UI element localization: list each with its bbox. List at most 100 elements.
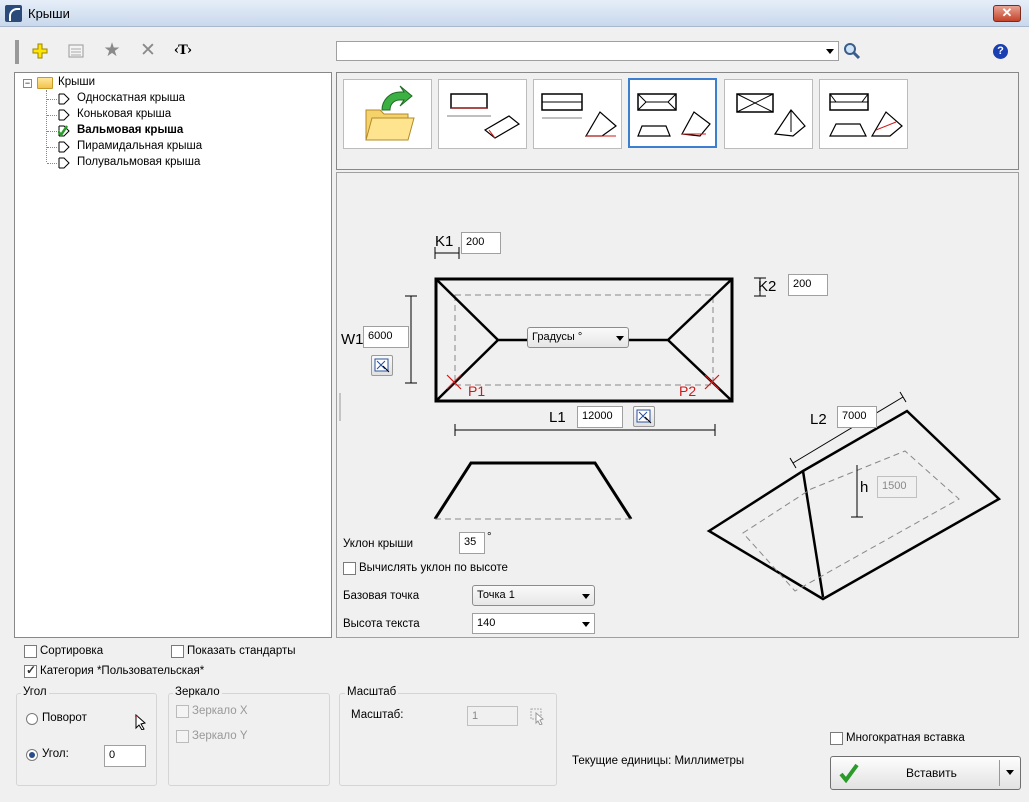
angle-radio[interactable] (26, 749, 38, 761)
pick-distance-icon (374, 358, 390, 373)
tree-item-pyramid[interactable]: Пирамидальная крыша (77, 140, 202, 152)
favorite-star-icon[interactable]: ★ (100, 40, 124, 62)
mirror-y-label: Зеркало Y (192, 730, 248, 742)
roof-drawing-panel: K1 200 K2 200 W1 6000 Градусы ° P1 P2 L1… (336, 172, 1019, 638)
roof-item-icon (58, 141, 70, 153)
multi-insert-label: Многократная вставка (846, 732, 965, 744)
insert-dropdown-icon[interactable] (1006, 770, 1014, 775)
calc-slope-checkbox[interactable] (343, 562, 356, 575)
title-bar: Крыши ✕ (0, 0, 1029, 27)
thumb-open-folder[interactable] (343, 79, 432, 149)
l1-input[interactable]: 12000 (577, 406, 623, 428)
l1-label: L1 (549, 409, 566, 426)
tree-item-mono-pitch[interactable]: Односкатная крыша (77, 92, 185, 104)
h-input[interactable]: 1500 (877, 476, 917, 498)
calc-slope-label: Вычислять уклон по высоте (359, 562, 508, 574)
roof-tree[interactable]: − Крыши Односкатная крыша Коньковая крыш… (14, 72, 332, 638)
close-button[interactable]: ✕ (993, 5, 1021, 22)
text-height-select[interactable]: 140 (472, 613, 595, 634)
sort-checkbox[interactable] (24, 645, 37, 658)
help-icon[interactable]: ? (993, 44, 1008, 59)
add-icon[interactable] (28, 40, 52, 62)
slope-label: Уклон крыши (343, 538, 414, 550)
l1-pick-button[interactable] (633, 406, 655, 427)
thumb-gable[interactable] (533, 79, 622, 149)
rotate-radio[interactable] (26, 713, 38, 725)
chevron-down-icon (582, 594, 590, 599)
mirror-y-checkbox[interactable] (176, 730, 189, 743)
slope-unit: ° (487, 531, 492, 543)
toolbar-grip[interactable] (15, 40, 19, 64)
collapse-icon[interactable]: − (23, 79, 32, 88)
show-standards-checkbox[interactable] (171, 645, 184, 658)
text-height-label: Высота текста (343, 618, 420, 630)
slope-input[interactable]: 35 (459, 532, 485, 554)
k1-label: K1 (435, 233, 454, 250)
l2-input[interactable]: 7000 (837, 406, 877, 428)
thumb-half-hip[interactable] (819, 79, 908, 149)
tree-root-label[interactable]: Крыши (58, 76, 95, 88)
scale-group (339, 693, 557, 786)
mirror-x-label: Зеркало X (192, 705, 248, 717)
angle-unit-select[interactable]: Градусы ° (527, 327, 629, 348)
category-checkbox[interactable] (24, 663, 37, 678)
base-point-value: Точка 1 (477, 589, 515, 601)
rotate-label: Поворот (42, 712, 87, 724)
thumbnail-strip (336, 72, 1019, 170)
angle-unit-value: Градусы ° (532, 331, 583, 343)
delete-icon[interactable]: ✕ (136, 40, 160, 62)
pick-distance-icon (636, 409, 652, 424)
k2-input[interactable]: 200 (788, 274, 828, 296)
show-standards-label: Показать стандарты (187, 645, 296, 657)
text-format-icon[interactable]: ‹T› (171, 40, 195, 62)
thumb-pyramid[interactable] (724, 79, 813, 149)
app-icon (5, 5, 22, 22)
window-title: Крыши (28, 6, 70, 21)
thumb-mono-pitch[interactable] (438, 79, 527, 149)
angle-input[interactable]: 0 (104, 745, 146, 767)
l2-label: L2 (810, 411, 827, 428)
roof-item-icon (58, 157, 70, 169)
roof-item-icon (58, 93, 70, 105)
angle-label: Угол: (42, 748, 69, 760)
base-point-select[interactable]: Точка 1 (472, 585, 595, 606)
pick-scale-icon[interactable] (529, 707, 547, 726)
angle-group (16, 693, 157, 786)
mirror-x-checkbox[interactable] (176, 705, 189, 718)
search-combo[interactable] (336, 41, 839, 61)
tree-item-hip[interactable]: Вальмовая крыша (77, 124, 183, 136)
text-height-value: 140 (477, 617, 496, 629)
chevron-down-icon (582, 622, 590, 627)
k1-input[interactable]: 200 (461, 232, 501, 254)
checkmark-icon (839, 763, 859, 783)
scale-group-title: Масштаб (345, 686, 399, 698)
properties-icon[interactable] (64, 40, 88, 62)
pick-angle-cursor-icon[interactable] (134, 713, 148, 731)
base-point-label: Базовая точка (343, 590, 420, 602)
selected-check-icon (58, 125, 70, 137)
folder-icon (37, 77, 53, 89)
insert-label: Вставить (906, 766, 957, 780)
scale-input[interactable]: 1 (467, 706, 518, 726)
chevron-down-icon[interactable] (826, 49, 834, 54)
tree-item-half-hip[interactable]: Полувальмовая крыша (77, 156, 200, 168)
open-folder-icon (365, 85, 415, 141)
sort-label: Сортировка (40, 645, 104, 657)
roof-item-icon (58, 109, 70, 121)
units-text: Текущие единицы: Миллиметры (572, 755, 745, 767)
multi-insert-checkbox[interactable] (830, 732, 843, 745)
w1-pick-button[interactable] (371, 355, 393, 376)
w1-input[interactable]: 6000 (363, 326, 409, 348)
p1-label: P1 (468, 383, 486, 399)
k2-label: K2 (758, 278, 777, 295)
h-label: h (860, 479, 869, 496)
scale-label: Масштаб: (351, 709, 404, 721)
thumb-hip[interactable] (628, 78, 717, 148)
chevron-down-icon (616, 336, 624, 341)
tree-item-gable[interactable]: Коньковая крыша (77, 108, 171, 120)
mirror-group-title: Зеркало (173, 686, 222, 698)
search-icon[interactable] (843, 42, 861, 60)
angle-group-title: Угол (21, 686, 49, 698)
w1-label: W1 (341, 331, 364, 348)
insert-button[interactable]: Вставить (830, 756, 1021, 790)
